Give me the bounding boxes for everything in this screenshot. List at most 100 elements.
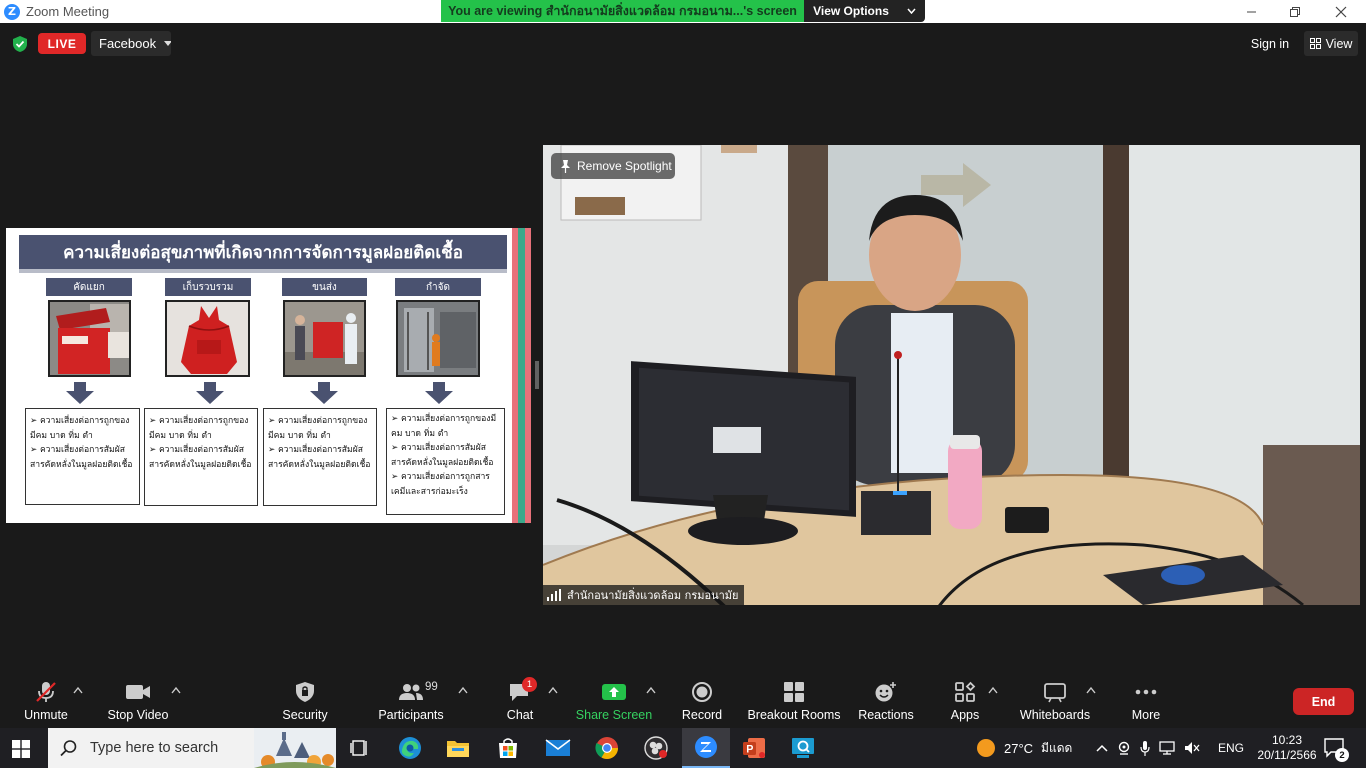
apps-options-caret-icon[interactable] [988, 686, 998, 694]
participants-icon: 99 [398, 678, 438, 706]
reactions-button[interactable]: Reactions [856, 678, 916, 724]
risk-bullet: ➢ ความเสี่ยงต่อการสัมผัสสารคัดหลั่งในมูล… [30, 445, 133, 470]
chat-bubble-icon: 1 [508, 677, 537, 706]
spotlight-video[interactable]: Remove Spotlight สำนักอนามัยสิ่งแวดล้อม … [543, 145, 1360, 605]
audio-options-caret-icon[interactable] [73, 686, 83, 694]
shared-screen-slide: ความเสี่ยงต่อสุขภาพที่เกิดจากการจัดการมู… [6, 228, 531, 523]
close-icon [1335, 6, 1347, 17]
stop-video-button[interactable]: Stop Video [104, 678, 172, 724]
share-screen-button[interactable]: Share Screen [574, 678, 654, 724]
end-meeting-button[interactable]: End [1293, 688, 1354, 715]
clock[interactable]: 10:23 20/11/2566 [1254, 728, 1320, 768]
taskbar-search-box[interactable]: Type here to search [48, 728, 336, 768]
participants-button[interactable]: 99 Participants [375, 678, 447, 724]
clock-date: 20/11/2566 [1257, 748, 1317, 762]
apps-icon [954, 678, 976, 706]
microsoft-store-taskbar-app[interactable] [484, 728, 532, 768]
slide-title-underline [19, 269, 507, 273]
record-button[interactable]: Record [680, 678, 724, 724]
live-badge[interactable]: LIVE [38, 33, 86, 54]
video-options-caret-icon[interactable] [171, 686, 181, 694]
breakout-rooms-icon [783, 678, 805, 706]
chat-button[interactable]: 1 Chat [500, 677, 540, 724]
windows-start-icon[interactable] [12, 740, 30, 758]
powerpoint-taskbar-app[interactable] [730, 728, 778, 768]
remove-spotlight-button[interactable]: Remove Spotlight [551, 153, 675, 179]
notification-center-button[interactable]: 2 [1324, 728, 1349, 768]
risk-list-transport: ➢ ความเสี่ยงต่อการถูกของมีคม บาด ทิ่ม ตำ… [263, 408, 377, 506]
risk-bullet: ➢ ความเสี่ยงต่อการถูกของมีคม บาด ทิ่ม ตำ [30, 416, 130, 441]
view-options-button[interactable]: View Options [804, 0, 925, 22]
risk-list-collect: ➢ ความเสี่ยงต่อการถูกของมีคม บาด ทิ่ม ตำ… [144, 408, 258, 506]
risk-bullet: ➢ ความเสี่ยงต่อการสัมผัสสารคัดหลั่งในมูล… [268, 445, 371, 470]
microphone-icon[interactable] [1140, 740, 1150, 756]
remove-spotlight-label: Remove Spotlight [577, 159, 672, 173]
minimize-button[interactable] [1228, 0, 1274, 23]
risk-list-dispose: ➢ ความเสี่ยงต่อการถูกของมีคม บาด ทิ่ม ตำ… [386, 408, 505, 515]
sun-weather-icon [977, 739, 995, 757]
share-screen-icon [601, 678, 627, 706]
chrome-taskbar-app[interactable] [583, 728, 631, 768]
encryption-shield-icon[interactable] [12, 35, 28, 53]
more-button[interactable]: More [1126, 678, 1166, 724]
mail-taskbar-app[interactable] [534, 728, 582, 768]
task-view-button[interactable] [336, 728, 384, 768]
whiteboards-button[interactable]: Whiteboards [1016, 678, 1094, 724]
folder-icon [447, 741, 469, 757]
column-header-transport: ขนส่ง [282, 278, 367, 296]
whiteboards-options-caret-icon[interactable] [1086, 686, 1096, 694]
security-button[interactable]: Security [277, 678, 333, 724]
stream-target-dropdown[interactable]: Facebook [91, 31, 171, 56]
view-label: View [1325, 36, 1353, 51]
transport-workers-image [283, 300, 366, 377]
column-header-dispose: กำจัด [395, 278, 481, 296]
slide-title: ความเสี่ยงต่อสุขภาพที่เกิดจากการจัดการมู… [19, 235, 507, 269]
webcam-icon[interactable] [1117, 741, 1131, 755]
obs-taskbar-app[interactable] [632, 728, 680, 768]
slide-stripe-green [518, 228, 525, 523]
monitor-search-icon [792, 738, 814, 758]
weather-widget[interactable]: 27°C มีแดด [976, 728, 1072, 768]
participant-name-tag: สำนักอนามัยสิ่งแวดล้อม กรมอนามัย [543, 585, 745, 605]
chat-options-caret-icon[interactable] [548, 686, 558, 694]
arrow-down-icon [425, 382, 453, 404]
apps-button[interactable]: Apps [944, 678, 986, 724]
risk-bullet: ➢ ความเสี่ยงต่อการถูกของมีคม บาด ทิ่ม ตำ [391, 414, 497, 439]
breakout-rooms-button[interactable]: Breakout Rooms [747, 678, 841, 724]
file-explorer-taskbar-app[interactable] [434, 728, 482, 768]
store-bag-icon [499, 738, 517, 758]
breakout-rooms-label: Breakout Rooms [747, 708, 841, 722]
remote-app-taskbar-app[interactable] [779, 728, 827, 768]
edge-browser-icon [399, 737, 421, 759]
close-button[interactable] [1318, 0, 1364, 23]
unmute-button[interactable]: Unmute [18, 678, 74, 724]
input-language-indicator[interactable]: ENG [1218, 728, 1244, 768]
share-banner: You are viewing สำนักอนามัยสิ่งแวดล้อม ก… [441, 0, 925, 22]
weather-description: มีแดด [1041, 740, 1073, 755]
risk-list-sort: ➢ ความเสี่ยงต่อการถูกของมีคม บาด ทิ่ม ตำ… [25, 408, 140, 505]
split-view-drag-handle[interactable] [535, 361, 539, 389]
task-view-icon [350, 740, 367, 756]
clock-time: 10:23 [1271, 733, 1303, 747]
risk-bullet: ➢ ความเสี่ยงต่อการสัมผัสสารคัดหลั่งในมูล… [149, 445, 252, 470]
arrow-down-icon [196, 382, 224, 404]
signal-strength-icon [547, 589, 561, 601]
participants-options-caret-icon[interactable] [458, 686, 468, 694]
mail-envelope-icon [545, 739, 571, 756]
security-label: Security [282, 708, 328, 722]
chevron-up-icon[interactable] [1096, 744, 1108, 752]
maximize-button[interactable] [1272, 0, 1318, 23]
sign-in-button[interactable]: Sign in [1245, 31, 1295, 56]
stop-video-label: Stop Video [107, 708, 169, 722]
participant-name: สำนักอนามัยสิ่งแวดล้อม กรมอนามัย [567, 589, 739, 602]
whiteboards-label: Whiteboards [1019, 708, 1091, 722]
share-options-caret-icon[interactable] [646, 686, 656, 694]
obs-studio-icon [644, 736, 668, 760]
video-camera-icon [125, 678, 151, 706]
speaker-muted-icon[interactable] [1184, 741, 1200, 755]
edge-taskbar-app[interactable] [386, 728, 434, 768]
window-title: Zoom Meeting [26, 4, 110, 19]
zoom-taskbar-app[interactable] [682, 728, 730, 768]
network-icon[interactable] [1159, 741, 1175, 755]
view-button[interactable]: View [1304, 31, 1358, 56]
